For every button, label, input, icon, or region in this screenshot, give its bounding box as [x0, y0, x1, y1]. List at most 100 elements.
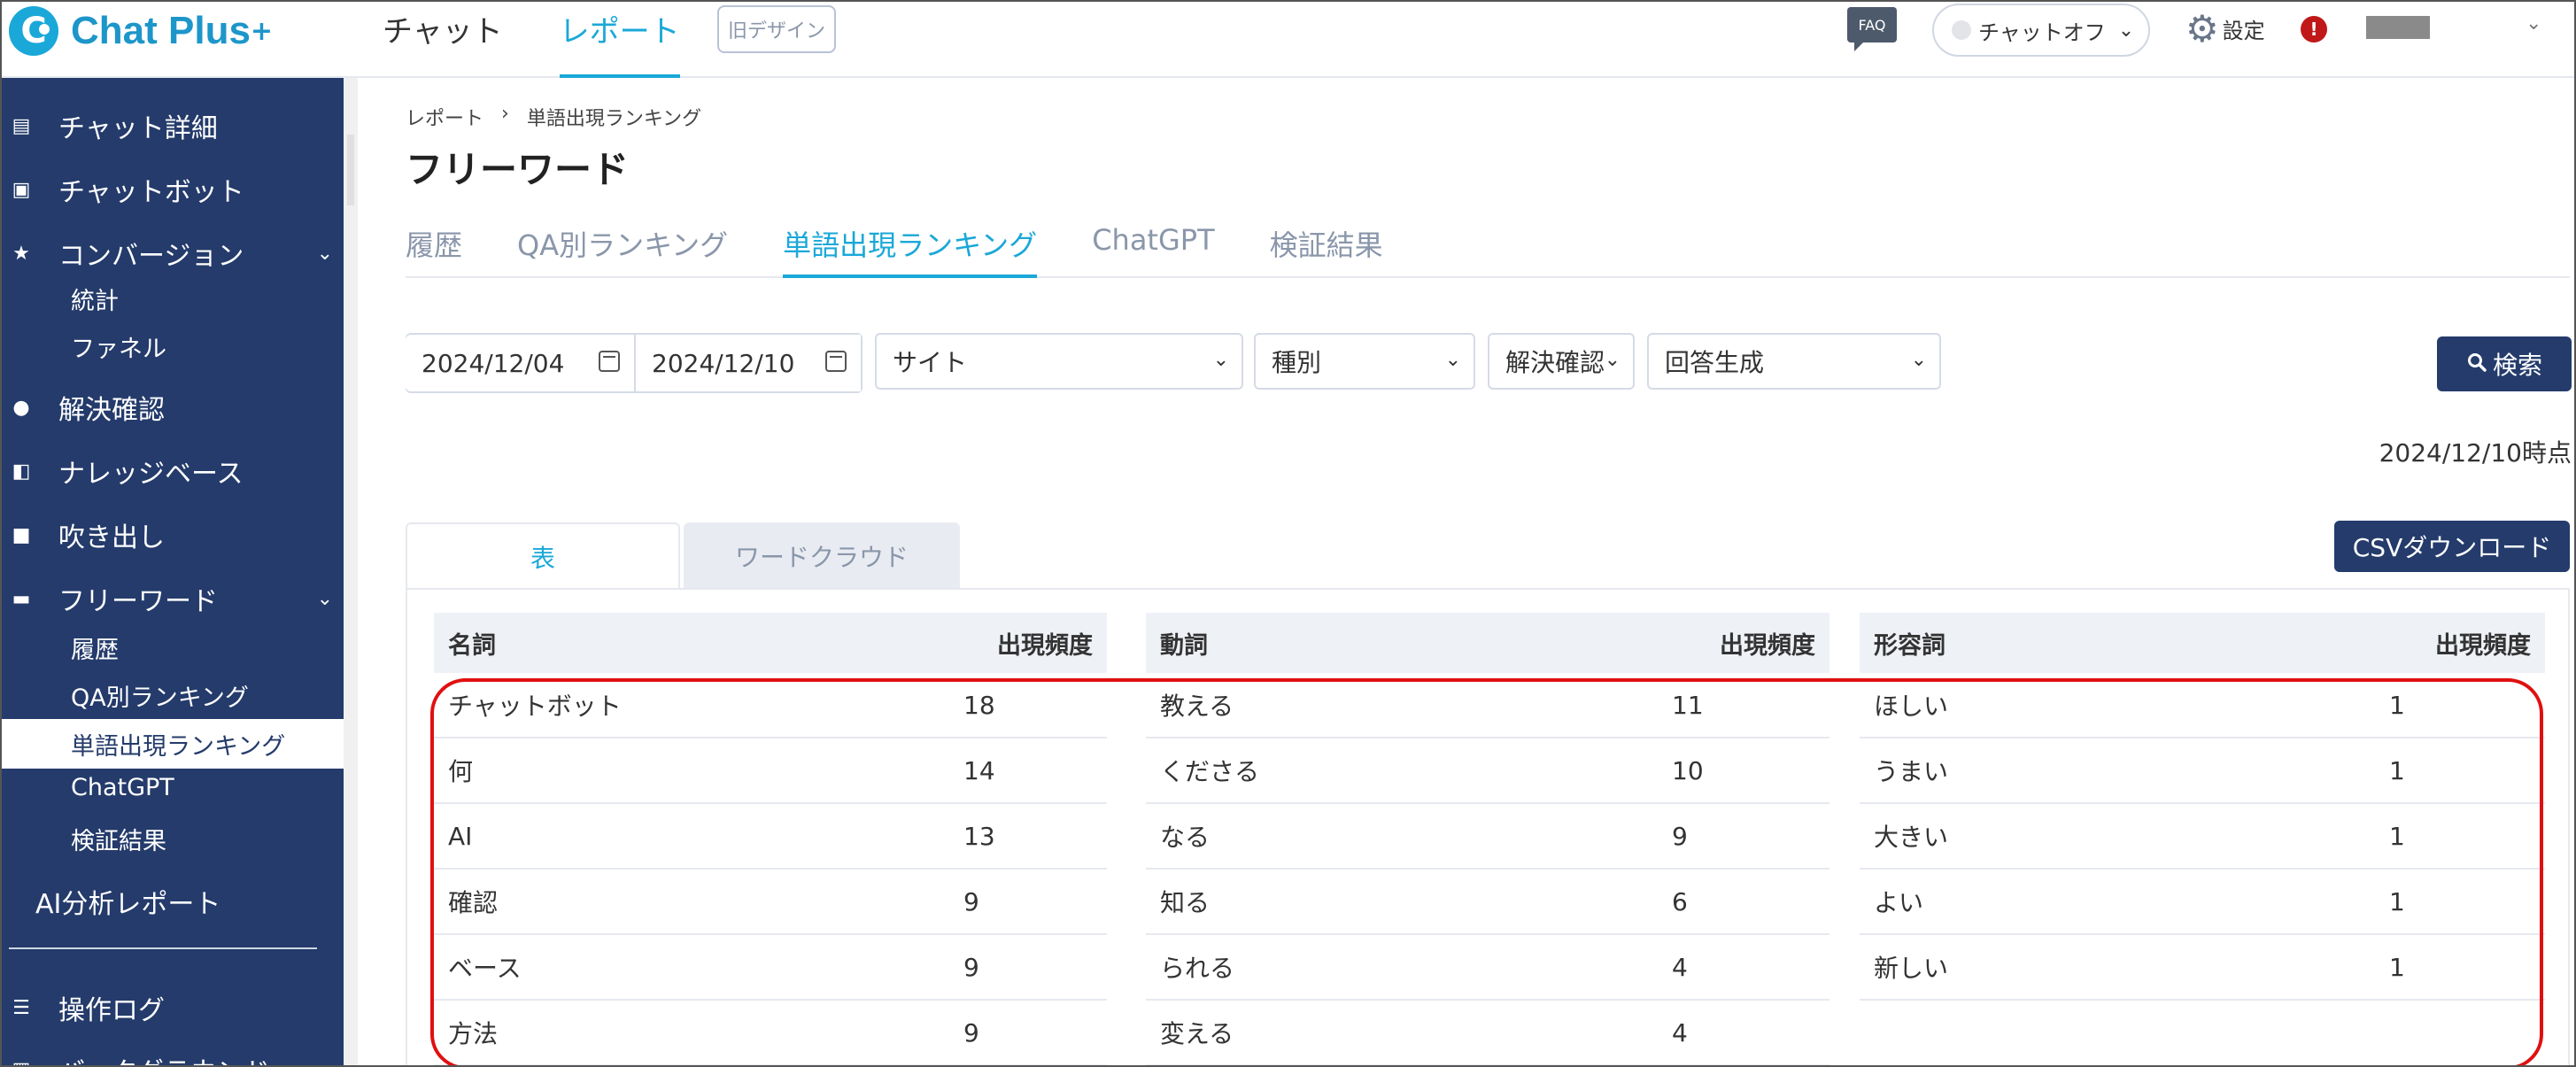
sidebar-item-freeword[interactable]: ▬ フリーワード ⌄	[2, 574, 344, 623]
word-cell: 何	[448, 757, 474, 786]
count-cell: 9	[963, 952, 979, 982]
word-cell: 教える	[1160, 692, 1234, 721]
word-cell: ほしい	[1874, 692, 1949, 721]
date-to-input[interactable]: 2024/12/10	[634, 335, 861, 391]
logo-plus: +	[250, 15, 274, 47]
sidebar-scroll-thumb[interactable]	[347, 135, 354, 205]
sidebar-sub-verification[interactable]: 検証結果	[71, 822, 166, 856]
tab-table-view[interactable]: 表	[406, 522, 680, 590]
csv-download-button[interactable]: CSVダウンロード	[2334, 521, 2570, 572]
tab-wordcloud-view[interactable]: ワードクラウド	[684, 522, 960, 590]
table-row: くださる 10	[1146, 738, 1830, 804]
faq-icon[interactable]: FAQ	[1847, 7, 1897, 51]
status-dot-icon	[1952, 20, 1971, 40]
table-row: ほしい 1	[1860, 673, 2545, 738]
count-cell: 1	[2389, 886, 2405, 916]
top-nav-report[interactable]: レポート	[559, 2, 680, 78]
table-row: 方法 9	[434, 1001, 1107, 1065]
word-cell: うまい	[1874, 757, 1949, 786]
word-cell: 大きい	[1874, 823, 1949, 852]
sidebar-sub-stats[interactable]: 統計	[71, 282, 119, 316]
sidebar-item-label: コンバージョン	[58, 241, 244, 272]
logo-icon: C	[9, 6, 58, 56]
table-row: よい 1	[1860, 870, 2545, 935]
sidebar-sub-chatgpt[interactable]: ChatGPT	[71, 774, 174, 801]
word-cell: AI	[448, 821, 473, 851]
sidebar-sub-qa-ranking[interactable]: QA別ランキング	[71, 678, 249, 713]
breadcrumb: レポート › 単語出現ランキング	[406, 103, 701, 131]
tab-qa-ranking[interactable]: QA別ランキング	[517, 220, 728, 278]
site-select[interactable]: サイト ⌄	[875, 333, 1243, 390]
count-cell: 1	[2389, 821, 2405, 851]
bulb-icon: ●	[12, 396, 30, 419]
tab-history[interactable]: 履歴	[406, 220, 462, 278]
top-nav: チャット レポート	[383, 2, 737, 78]
table-header: 形容詞 出現頻度	[1860, 613, 2545, 673]
sidebar-sub-funnel[interactable]: ファネル	[71, 329, 166, 364]
word-cell: 新しい	[1874, 954, 1949, 983]
answer-gen-select[interactable]: 回答生成 ⌄	[1647, 333, 1941, 390]
sidebar-item-label: チャット詳細	[58, 113, 218, 144]
verb-ranking-table: 動詞 出現頻度 教える 11 くださる 10 なる 9 知る 6 られる 4 変…	[1146, 613, 1830, 1065]
table-row: AI 13	[434, 804, 1107, 870]
word-cell: くださる	[1160, 757, 1260, 786]
count-cell: 9	[963, 886, 979, 916]
chevron-down-icon: ⌄	[316, 242, 333, 265]
table-row: 大きい 1	[1860, 804, 2545, 870]
sidebar: ▤ チャット詳細 ▣ チャットボット ★ コンバージョン ⌄ 統計 ファネル ●…	[2, 78, 344, 1065]
alert-icon[interactable]: !	[2301, 16, 2327, 43]
frequency-column-header: 出現頻度	[1720, 631, 1815, 660]
sidebar-item-resolution[interactable]: ● 解決確認	[2, 383, 344, 432]
word-cell: ベース	[448, 954, 522, 983]
sidebar-item-conversion[interactable]: ★ コンバージョン ⌄	[2, 228, 344, 278]
tab-chatgpt[interactable]: ChatGPT	[1092, 220, 1214, 278]
sidebar-item-operation-log[interactable]: ☰ 操作ログ	[2, 983, 344, 1032]
page-title: フリーワード	[406, 148, 630, 191]
chat-plus-logo[interactable]: C Chat Plus +	[9, 2, 273, 60]
sidebar-sub-history[interactable]: 履歴	[71, 630, 119, 665]
breadcrumb-parent[interactable]: レポート	[406, 103, 483, 131]
table-row: 何 14	[434, 738, 1107, 804]
resolution-select-value: 解決確認	[1505, 348, 1605, 377]
sidebar-item-background[interactable]: ▥ バックグラウンド	[2, 1045, 344, 1065]
book-icon: ◧	[12, 460, 31, 483]
chevron-down-icon: ⌄	[1910, 349, 1927, 371]
tab-verification[interactable]: 検証結果	[1270, 220, 1383, 278]
chat-status-toggle[interactable]: チャットオフ ⌄	[1932, 4, 2150, 57]
chevron-down-icon: ⌄	[2117, 19, 2135, 42]
date-from-input[interactable]: 2024/12/04	[406, 335, 634, 391]
table-row: 教える 11	[1146, 673, 1830, 738]
count-cell: 14	[963, 755, 995, 785]
sidebar-item-label: チャットボット	[58, 177, 244, 208]
word-cell: 知る	[1160, 888, 1211, 917]
user-name-redacted[interactable]	[2366, 16, 2430, 39]
sidebar-sub-word-ranking[interactable]: 単語出現ランキング	[2, 719, 344, 769]
sidebar-item-ai-report[interactable]: AI分析レポート	[35, 882, 220, 921]
sidebar-item-knowledge-base[interactable]: ◧ ナレッジベース	[2, 446, 344, 496]
sidebar-item-chatbot[interactable]: ▣ チャットボット	[2, 165, 344, 214]
sidebar-item-label: バックグラウンド	[58, 1050, 270, 1065]
breadcrumb-current: 単語出現ランキング	[526, 108, 702, 130]
abc-icon: ▬	[12, 587, 31, 610]
search-button[interactable]: 検索	[2437, 336, 2572, 391]
resolution-select[interactable]: 解決確認 ⌄	[1488, 333, 1635, 390]
sidebar-scrollbar[interactable]	[344, 78, 358, 1065]
user-menu-chevron-icon[interactable]: ⌄	[2526, 12, 2541, 35]
sidebar-item-chat-detail[interactable]: ▤ チャット詳細	[2, 101, 344, 151]
top-nav-chat[interactable]: チャット	[383, 2, 503, 78]
top-header: C Chat Plus + チャット レポート 旧デザイン FAQ チャットオフ…	[2, 2, 2574, 78]
type-select[interactable]: 種別 ⌄	[1254, 333, 1475, 390]
old-design-button[interactable]: 旧デザイン	[717, 5, 836, 53]
sidebar-item-balloon[interactable]: ■ 吹き出し	[2, 510, 344, 560]
search-icon	[2466, 350, 2487, 379]
word-cell: なる	[1160, 823, 1211, 852]
search-button-label: 検索	[2492, 351, 2542, 380]
table-row: なる 9	[1146, 804, 1830, 870]
balloon-icon: ■	[12, 523, 31, 546]
settings-button[interactable]: ⚙ 設定	[2185, 7, 2265, 50]
word-cell: られる	[1160, 954, 1235, 983]
calendar-icon[interactable]	[825, 351, 847, 372]
tab-word-ranking[interactable]: 単語出現ランキング	[783, 220, 1038, 278]
calendar-icon[interactable]	[599, 351, 620, 372]
noun-column-header: 名詞	[448, 631, 496, 660]
